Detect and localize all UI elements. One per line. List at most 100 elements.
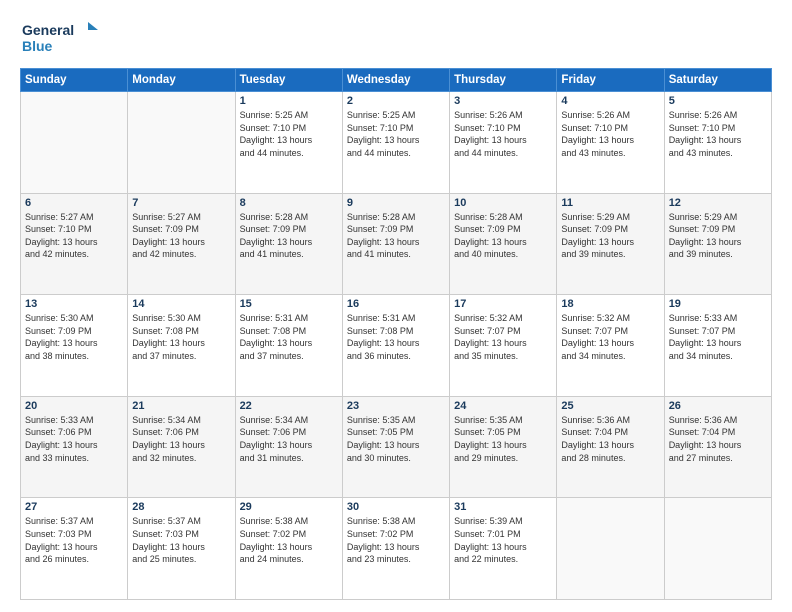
weekday-header-wednesday: Wednesday [342, 69, 449, 92]
day-number: 31 [454, 501, 552, 513]
day-info: Sunrise: 5:28 AM Sunset: 7:09 PM Dayligh… [454, 211, 552, 261]
day-number: 19 [669, 298, 767, 310]
day-info: Sunrise: 5:33 AM Sunset: 7:06 PM Dayligh… [25, 414, 123, 464]
day-info: Sunrise: 5:28 AM Sunset: 7:09 PM Dayligh… [347, 211, 445, 261]
week-row-1: 1Sunrise: 5:25 AM Sunset: 7:10 PM Daylig… [21, 92, 772, 194]
day-info: Sunrise: 5:36 AM Sunset: 7:04 PM Dayligh… [561, 414, 659, 464]
day-number: 1 [240, 95, 338, 107]
day-info: Sunrise: 5:39 AM Sunset: 7:01 PM Dayligh… [454, 515, 552, 565]
day-info: Sunrise: 5:31 AM Sunset: 7:08 PM Dayligh… [240, 312, 338, 362]
weekday-header-thursday: Thursday [450, 69, 557, 92]
day-number: 15 [240, 298, 338, 310]
weekday-header-monday: Monday [128, 69, 235, 92]
day-info: Sunrise: 5:33 AM Sunset: 7:07 PM Dayligh… [669, 312, 767, 362]
calendar-cell: 4 Sunrise: 5:26 AM Sunset: 7:10 PM Daylig… [557, 92, 664, 194]
calendar-cell: 10Sunrise: 5:28 AM Sunset: 7:09 PM Dayli… [450, 193, 557, 295]
day-info: Sunrise: 5:32 AM Sunset: 7:07 PM Dayligh… [454, 312, 552, 362]
day-info: Sunrise: 5:34 AM Sunset: 7:06 PM Dayligh… [132, 414, 230, 464]
calendar-cell: 14Sunrise: 5:30 AM Sunset: 7:08 PM Dayli… [128, 295, 235, 397]
calendar-cell: 23 Sunrise: 5:35 AM Sunset: 7:05 PM Dayli… [342, 396, 449, 498]
day-number: 30 [347, 501, 445, 513]
day-info: Sunrise: 5:29 AM Sunset: 7:09 PM Dayligh… [561, 211, 659, 261]
calendar-cell: 29 Sunrise: 5:38 AM Sunset: 7:02 PM Dayli… [235, 498, 342, 600]
day-info: Sunrise: 5:35 AM Sunset: 7:05 PM Dayligh… [454, 414, 552, 464]
day-number: 23 [347, 400, 445, 412]
day-number: 4 [561, 95, 659, 107]
calendar-cell: 30 Sunrise: 5:38 AM Sunset: 7:02 PM Dayli… [342, 498, 449, 600]
day-info: Sunrise: 5:35 AM Sunset: 7:05 PM Dayligh… [347, 414, 445, 464]
day-info: Sunrise: 5:38 AM Sunset: 7:02 PM Dayligh… [240, 515, 338, 565]
calendar-cell: 9 Sunrise: 5:28 AM Sunset: 7:09 PM Daylig… [342, 193, 449, 295]
day-number: 20 [25, 400, 123, 412]
day-number: 28 [132, 501, 230, 513]
calendar-cell: 21 Sunrise: 5:34 AM Sunset: 7:06 PM Dayli… [128, 396, 235, 498]
day-number: 7 [132, 197, 230, 209]
calendar-cell: 27 Sunrise: 5:37 AM Sunset: 7:03 PM Dayli… [21, 498, 128, 600]
day-info: Sunrise: 5:37 AM Sunset: 7:03 PM Dayligh… [132, 515, 230, 565]
day-number: 6 [25, 197, 123, 209]
day-number: 24 [454, 400, 552, 412]
logo-svg: General Blue [20, 18, 100, 58]
calendar-cell [664, 498, 771, 600]
day-number: 27 [25, 501, 123, 513]
week-row-4: 20 Sunrise: 5:33 AM Sunset: 7:06 PM Dayli… [21, 396, 772, 498]
day-number: 26 [669, 400, 767, 412]
day-number: 29 [240, 501, 338, 513]
day-info: Sunrise: 5:30 AM Sunset: 7:09 PM Dayligh… [25, 312, 123, 362]
day-number: 11 [561, 197, 659, 209]
calendar-cell: 8 Sunrise: 5:28 AM Sunset: 7:09 PM Daylig… [235, 193, 342, 295]
day-number: 13 [25, 298, 123, 310]
week-row-3: 13 Sunrise: 5:30 AM Sunset: 7:09 PM Dayli… [21, 295, 772, 397]
day-info: Sunrise: 5:27 AM Sunset: 7:09 PM Dayligh… [132, 211, 230, 261]
calendar-cell [21, 92, 128, 194]
day-info: Sunrise: 5:32 AM Sunset: 7:07 PM Dayligh… [561, 312, 659, 362]
calendar-cell: 15 Sunrise: 5:31 AM Sunset: 7:08 PM Dayli… [235, 295, 342, 397]
calendar-cell: 22 Sunrise: 5:34 AM Sunset: 7:06 PM Dayli… [235, 396, 342, 498]
day-info: Sunrise: 5:37 AM Sunset: 7:03 PM Dayligh… [25, 515, 123, 565]
day-info: Sunrise: 5:29 AM Sunset: 7:09 PM Dayligh… [669, 211, 767, 261]
weekday-header-friday: Friday [557, 69, 664, 92]
page: General Blue SundayMondayTuesdayWednesda… [0, 0, 792, 612]
logo: General Blue [20, 18, 100, 58]
calendar-cell [128, 92, 235, 194]
calendar-cell: 16 Sunrise: 5:31 AM Sunset: 7:08 PM Dayli… [342, 295, 449, 397]
day-info: Sunrise: 5:31 AM Sunset: 7:08 PM Dayligh… [347, 312, 445, 362]
day-number: 9 [347, 197, 445, 209]
weekday-header-row: SundayMondayTuesdayWednesdayThursdayFrid… [21, 69, 772, 92]
day-info: Sunrise: 5:38 AM Sunset: 7:02 PM Dayligh… [347, 515, 445, 565]
weekday-header-sunday: Sunday [21, 69, 128, 92]
day-number: 22 [240, 400, 338, 412]
day-info: Sunrise: 5:26 AM Sunset: 7:10 PM Dayligh… [454, 109, 552, 159]
calendar-cell: 11 Sunrise: 5:29 AM Sunset: 7:09 PM Dayli… [557, 193, 664, 295]
day-info: Sunrise: 5:34 AM Sunset: 7:06 PM Dayligh… [240, 414, 338, 464]
day-number: 18 [561, 298, 659, 310]
calendar-cell: 31 Sunrise: 5:39 AM Sunset: 7:01 PM Dayli… [450, 498, 557, 600]
day-info: Sunrise: 5:26 AM Sunset: 7:10 PM Dayligh… [669, 109, 767, 159]
day-number: 5 [669, 95, 767, 107]
day-info: Sunrise: 5:28 AM Sunset: 7:09 PM Dayligh… [240, 211, 338, 261]
weekday-header-saturday: Saturday [664, 69, 771, 92]
svg-text:Blue: Blue [22, 38, 53, 54]
weekday-header-tuesday: Tuesday [235, 69, 342, 92]
calendar-cell [557, 498, 664, 600]
calendar-cell: 18 Sunrise: 5:32 AM Sunset: 7:07 PM Dayli… [557, 295, 664, 397]
day-number: 16 [347, 298, 445, 310]
day-info: Sunrise: 5:26 AM Sunset: 7:10 PM Dayligh… [561, 109, 659, 159]
week-row-5: 27 Sunrise: 5:37 AM Sunset: 7:03 PM Dayli… [21, 498, 772, 600]
day-info: Sunrise: 5:30 AM Sunset: 7:08 PM Dayligh… [132, 312, 230, 362]
calendar-cell: 1Sunrise: 5:25 AM Sunset: 7:10 PM Daylig… [235, 92, 342, 194]
day-number: 21 [132, 400, 230, 412]
calendar-cell: 3 Sunrise: 5:26 AM Sunset: 7:10 PM Daylig… [450, 92, 557, 194]
day-number: 12 [669, 197, 767, 209]
day-number: 25 [561, 400, 659, 412]
week-row-2: 6Sunrise: 5:27 AM Sunset: 7:10 PM Daylig… [21, 193, 772, 295]
day-number: 8 [240, 197, 338, 209]
svg-text:General: General [22, 22, 74, 38]
calendar-cell: 25 Sunrise: 5:36 AM Sunset: 7:04 PM Dayli… [557, 396, 664, 498]
calendar-cell: 2Sunrise: 5:25 AM Sunset: 7:10 PM Daylig… [342, 92, 449, 194]
calendar-table: SundayMondayTuesdayWednesdayThursdayFrid… [20, 68, 772, 600]
day-info: Sunrise: 5:36 AM Sunset: 7:04 PM Dayligh… [669, 414, 767, 464]
calendar-cell: 26 Sunrise: 5:36 AM Sunset: 7:04 PM Dayli… [664, 396, 771, 498]
day-number: 3 [454, 95, 552, 107]
calendar-cell: 12 Sunrise: 5:29 AM Sunset: 7:09 PM Dayli… [664, 193, 771, 295]
